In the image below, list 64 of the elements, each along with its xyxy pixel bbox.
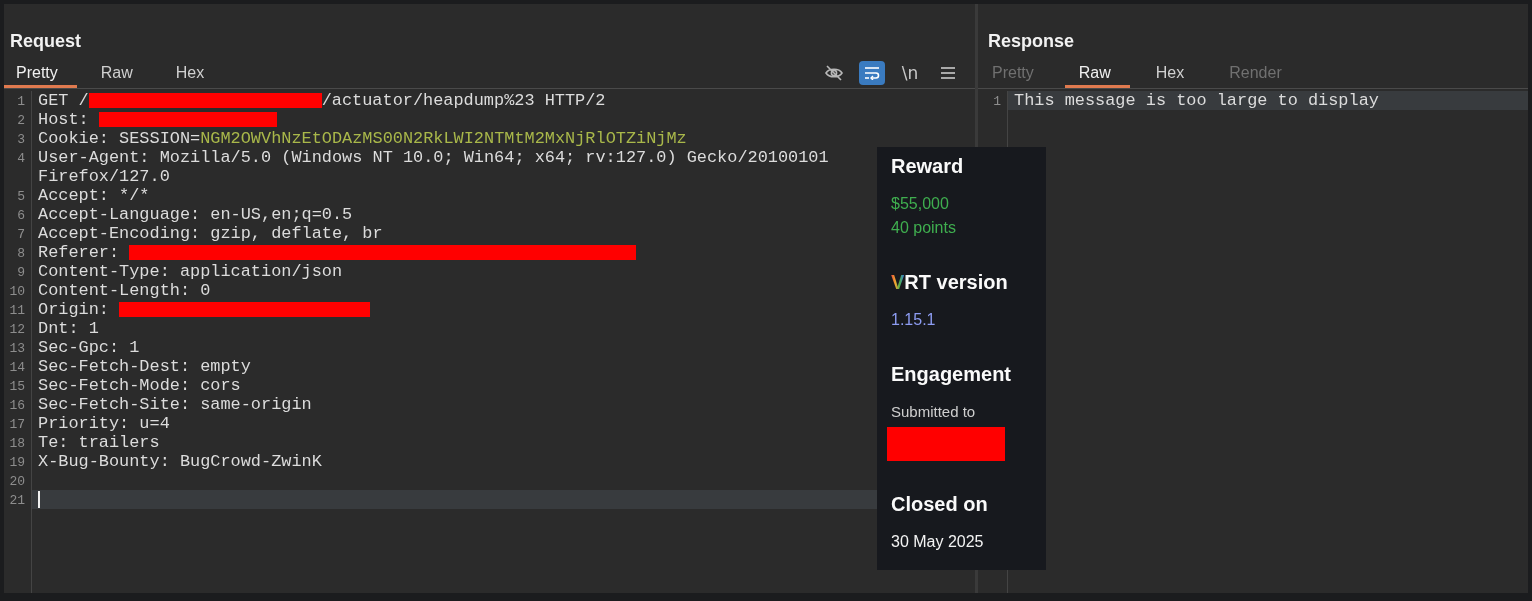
line-number: 17 [9, 417, 25, 432]
detail-value: 40 points [891, 218, 957, 238]
wrap-icon[interactable] [859, 61, 885, 85]
line-number: 18 [9, 436, 25, 451]
cookie-value: NGM2OWVhNzEtODAzMS00N2RkLWI2NTMtM2MxNjRlOTZiNjMz [200, 129, 687, 148]
code-text: Te: trailers [38, 433, 160, 452]
code-text: Cookie: SESSION= [38, 129, 201, 148]
line-number: 14 [9, 360, 25, 375]
code-text: Sec-Fetch-Dest: empty [38, 357, 251, 376]
code-text: Origin: [38, 300, 110, 319]
line-number: 13 [9, 341, 25, 356]
code-text: GET / [38, 91, 89, 110]
line-number: 9 [17, 265, 25, 280]
code-text: Host: [38, 110, 90, 129]
section-heading: Reward [891, 154, 965, 179]
text-cursor [38, 491, 40, 508]
code-text: Sec-Fetch-Mode: cors [38, 376, 241, 395]
code-text: Accept-Language: en-US,en;q=0.5 [38, 205, 353, 224]
detail-value: Submitted to [891, 402, 977, 422]
line-number: 16 [9, 398, 25, 413]
detail-value: 1.15.1 [891, 310, 937, 330]
newline-toggle[interactable]: \n [897, 61, 923, 85]
detail-value: $55,000 [891, 194, 950, 214]
code-text: Referer: [38, 243, 121, 262]
line-number: 3 [17, 132, 25, 147]
detail-value: 30 May 2025 [891, 532, 985, 552]
line-number: 21 [9, 493, 25, 508]
line-number: 5 [17, 189, 25, 204]
line-number: 12 [9, 322, 25, 337]
line-number: 1 [993, 94, 1001, 109]
code-text: Dnt: 1 [38, 319, 99, 338]
tab[interactable]: Hex [1141, 58, 1204, 88]
code-text: This message is too large to display [1014, 91, 1379, 110]
line-number: 8 [17, 246, 25, 261]
line-number: 2 [17, 113, 25, 128]
line-number: 20 [9, 474, 25, 489]
code-text: Content-Type: application/json [38, 262, 343, 281]
line-number: 6 [17, 208, 25, 223]
code-text: Sec-Gpc: 1 [38, 338, 140, 357]
code-text: X-Bug-Bounty: BugCrowd-ZwinK [38, 452, 322, 471]
section-heading: Engagement [891, 362, 1013, 387]
code-text: Accept-Encoding: gzip, deflate, br [38, 224, 383, 243]
line-number: 10 [9, 284, 25, 299]
line-number: 1 [17, 94, 25, 109]
tab[interactable]: Hex [163, 58, 224, 88]
line-number: 7 [17, 227, 25, 242]
code-text: User-Agent: Mozilla/5.0 (Windows NT 10.0; Win64; x64; rv:127.0) Gecko/20100101 [38, 148, 829, 167]
panel-title: Request [9, 30, 82, 52]
code-text: Sec-Fetch-Site: same-origin [38, 395, 312, 414]
section-heading: VRT version [891, 270, 1009, 295]
code-text: /actuator/heapdump%23 HTTP/2 [321, 91, 606, 110]
tab[interactable]: Raw [1064, 58, 1130, 88]
line-number: 19 [9, 455, 25, 470]
code-text: Accept: */* [38, 186, 150, 205]
code-text: Content-Length: 0 [38, 281, 211, 300]
tab[interactable]: Raw [88, 58, 152, 88]
section-heading: Closed on [891, 492, 989, 517]
line-number: 4 [17, 151, 25, 166]
line-number: 15 [9, 379, 25, 394]
code-text: Priority: u=4 [38, 414, 170, 433]
code-text: Firefox/127.0 [38, 167, 170, 186]
line-number: 11 [9, 303, 25, 318]
tab[interactable]: Pretty [4, 58, 77, 88]
panel-title: Response [987, 30, 1076, 52]
